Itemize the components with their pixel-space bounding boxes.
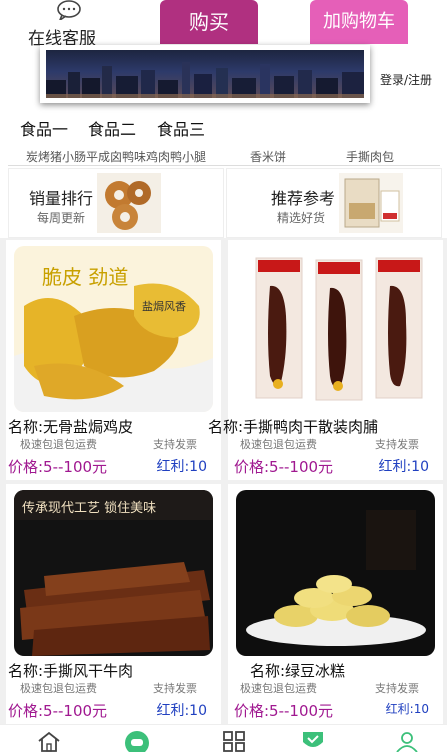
bonus: 红利:10: [378, 459, 429, 475]
beef-jerky-image: 传承现代工艺 锁住美味: [14, 490, 213, 656]
buy-button[interactable]: 购买: [160, 0, 258, 44]
promo-recommended[interactable]: 推荐参考 精选好货: [226, 168, 442, 238]
promo-subtitle: 精选好货: [277, 211, 326, 225]
tab-food-3[interactable]: 食品三: [157, 116, 205, 140]
product-photo: 传承现代工艺 锁住美味: [14, 490, 213, 656]
home-icon[interactable]: [36, 730, 62, 752]
invoice-note: 支持发票: [375, 438, 419, 451]
product-name: 名称:手撕鸭肉干散装肉脯: [208, 418, 379, 436]
user-icon[interactable]: [394, 730, 420, 752]
duck-jerky-image: [236, 246, 435, 412]
cutoff-item-3[interactable]: 手撕肉包: [346, 148, 394, 165]
top-bar: 在线客服 购买 加购物车: [0, 0, 447, 49]
price: 价格:5--100元: [234, 702, 334, 720]
tab-food-2[interactable]: 食品二: [88, 116, 136, 140]
price: 价格:5--100元: [234, 458, 334, 476]
city-skyline-image: [46, 50, 364, 98]
invoice-note: 支持发票: [375, 682, 419, 695]
shipping-note: 极速包退包运费: [240, 438, 317, 451]
cutoff-item-1[interactable]: 炭烤猪小肠平成囟鸭味鸡肉鸭小腿: [26, 148, 206, 165]
chat-bubble-icon: [57, 0, 81, 20]
customer-service-button[interactable]: 在线客服: [28, 0, 118, 49]
chicken-skin-image: 脆皮 劲道 盐焗风香: [14, 246, 213, 412]
product-photo: [236, 246, 435, 412]
bottom-nav: [0, 724, 447, 752]
bonus: 红利:10: [385, 702, 429, 716]
game-icon[interactable]: [124, 730, 150, 752]
mung-bean-cake-image: [236, 490, 435, 656]
bonus: 红利:10: [156, 703, 207, 719]
grid-icon[interactable]: [222, 730, 248, 752]
bonus: 红利:10: [156, 459, 207, 475]
product-card[interactable]: 名称:绿豆冰糕 极速包退包运费 支持发票 价格:5--100元 红利:10: [228, 484, 443, 724]
add-to-cart-button[interactable]: 加购物车: [310, 0, 408, 44]
invoice-note: 支持发票: [153, 438, 197, 451]
promo-sales-ranking[interactable]: 销量排行 每周更新: [8, 168, 224, 238]
price: 价格:5--100元: [8, 702, 108, 720]
banner[interactable]: [40, 45, 370, 103]
image-subslogan: 盐焗风香: [142, 299, 186, 313]
image-slogan: 脆皮 劲道: [42, 265, 128, 289]
snack-package-image: [339, 173, 403, 233]
promo-title: 推荐参考: [271, 189, 336, 208]
shipping-note: 极速包退包运费: [240, 682, 317, 695]
product-card[interactable]: 名称:手撕鸭肉干散装肉脯 极速包退包运费 支持发票 价格:5--100元 红利:…: [208, 240, 443, 480]
donut-image: [97, 173, 161, 233]
heart-icon[interactable]: [300, 730, 326, 752]
skyline-graphic: [46, 62, 364, 98]
promo-subtitle: 每周更新: [37, 211, 86, 225]
shipping-note: 极速包退包运费: [20, 438, 97, 451]
product-card[interactable]: 脆皮 劲道 盐焗风香 名称:无骨盐焗鸡皮 极速包退包运费 支持发票 价格:5--…: [6, 240, 221, 480]
login-register-link[interactable]: 登录/注册: [380, 71, 432, 88]
promo-title: 销量排行: [29, 189, 94, 208]
image-slogan: 传承现代工艺 锁住美味: [22, 500, 156, 516]
product-name: 名称:无骨盐焗鸡皮: [8, 418, 134, 436]
shipping-note: 极速包退包运费: [20, 682, 97, 695]
price: 价格:5--100元: [8, 458, 108, 476]
tab-food-1[interactable]: 食品一: [20, 116, 68, 140]
product-name: 名称:手撕风干牛肉: [8, 662, 134, 680]
product-photo: [236, 490, 435, 656]
product-card[interactable]: 传承现代工艺 锁住美味 名称:手撕风干牛肉 极速包退包运费 支持发票 价格:5-…: [6, 484, 221, 724]
product-name: 名称:绿豆冰糕: [250, 662, 346, 680]
product-photo: 脆皮 劲道 盐焗风香: [14, 246, 213, 412]
cutoff-product-row: 炭烤猪小肠平成囟鸭味鸡肉鸭小腿 香米饼 手撕肉包: [8, 147, 440, 166]
cutoff-item-2[interactable]: 香米饼: [250, 148, 286, 165]
invoice-note: 支持发票: [153, 682, 197, 695]
